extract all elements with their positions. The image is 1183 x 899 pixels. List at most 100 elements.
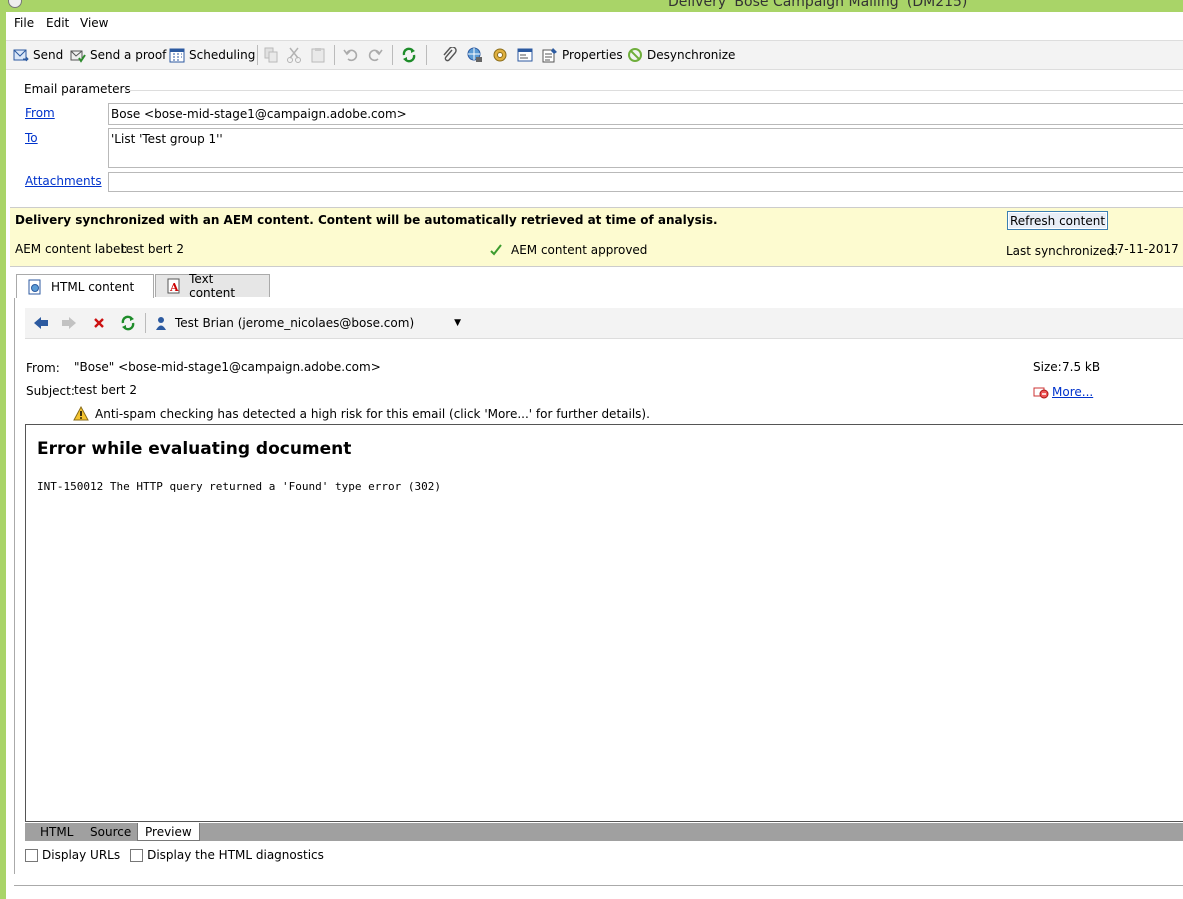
aem-sync-message: Delivery synchronized with an AEM conten…: [15, 213, 718, 227]
html-preview-frame: Error while evaluating document INT-1500…: [25, 424, 1183, 822]
display-urls-label: Display URLs: [42, 848, 121, 862]
recipient-select[interactable]: Test Brian (jerome_nicolaes@bose.com) ▼: [153, 315, 461, 331]
delivery-window: File Edit View Send Send a proof Schedul…: [6, 12, 1183, 899]
calendar-icon: [169, 47, 185, 63]
text-content-icon: A: [166, 278, 181, 294]
paste-button[interactable]: [310, 41, 326, 69]
from-field[interactable]: Bose <bose-mid-stage1@campaign.adobe.com…: [108, 103, 1183, 125]
scissors-icon: [286, 47, 302, 63]
clipboard-icon: [310, 47, 326, 63]
cut-button[interactable]: [286, 41, 302, 69]
personalization-button[interactable]: [492, 41, 508, 69]
send-proof-icon: [70, 47, 86, 63]
more-link[interactable]: More...: [1033, 384, 1093, 400]
to-link[interactable]: To: [25, 131, 38, 145]
aem-label-caption: AEM content label:: [15, 242, 128, 256]
attachments-link[interactable]: Attachments: [25, 174, 102, 188]
aem-sync-banner: Delivery synchronized with an AEM conten…: [10, 207, 1183, 267]
toolbar-separator: [257, 45, 258, 65]
tab-source[interactable]: Source: [83, 823, 138, 841]
window-title: Delivery 'Bose Campaign Mailing' (DM215): [668, 0, 968, 10]
antispam-warning: Anti-spam checking has detected a high r…: [73, 406, 650, 422]
size-caption: Size:: [1033, 360, 1062, 374]
aem-approved-status: AEM content approved: [488, 242, 647, 258]
tab-html-content[interactable]: HTML content: [16, 274, 154, 299]
previous-button[interactable]: [33, 315, 49, 334]
error-title: Error while evaluating document: [37, 439, 352, 459]
html-diagnostics-label: Display the HTML diagnostics: [147, 848, 324, 862]
remove-button[interactable]: [91, 315, 107, 334]
title-bar: Delivery 'Bose Campaign Mailing' (DM215): [0, 0, 1183, 12]
view-mode-tabs: HTML Source Preview: [25, 823, 1183, 841]
properties-icon: [542, 47, 558, 63]
next-button[interactable]: [61, 315, 77, 334]
form-icon: [517, 47, 533, 63]
app-icon: [8, 0, 22, 8]
tab-preview[interactable]: Preview: [137, 823, 200, 841]
toolbar: Send Send a proof Scheduling Properties …: [6, 40, 1183, 70]
email-parameters: Email parameters From Bose <bose-mid-sta…: [14, 78, 1183, 204]
send-icon: [13, 47, 29, 63]
email-parameters-legend: Email parameters: [24, 82, 131, 96]
toolbar-separator: [392, 45, 393, 65]
preview-navbar: Test Brian (jerome_nicolaes@bose.com) ▼: [25, 308, 1183, 339]
form-button[interactable]: [517, 41, 533, 69]
paperclip-icon: [442, 47, 458, 63]
copy-icon: [263, 47, 279, 63]
menu-edit[interactable]: Edit: [46, 16, 69, 30]
user-icon: [153, 315, 169, 331]
check-icon: [488, 242, 504, 258]
desynchronize-button[interactable]: Desynchronize: [627, 41, 735, 69]
from-value: "Bose" <bose-mid-stage1@campaign.adobe.c…: [74, 360, 381, 374]
refresh-content-button[interactable]: Refresh content: [1007, 211, 1108, 230]
refresh-button[interactable]: [401, 41, 417, 69]
last-sync-caption: Last synchronized:: [1006, 244, 1119, 258]
scheduling-button[interactable]: Scheduling: [169, 41, 255, 69]
refresh-icon: [120, 315, 136, 331]
html-diagnostics-checkbox[interactable]: [130, 848, 144, 862]
toolbar-separator: [426, 45, 427, 65]
subject-value: test bert 2: [74, 383, 137, 397]
menu-file[interactable]: File: [14, 16, 34, 30]
gear-icon: [492, 47, 508, 63]
subject-caption: Subject:: [26, 384, 75, 398]
globe-link-icon: [467, 47, 483, 63]
arrow-right-icon: [61, 315, 77, 331]
tab-html[interactable]: HTML: [33, 823, 80, 841]
warning-icon: [73, 406, 89, 422]
chevron-down-icon: ▼: [454, 318, 462, 328]
attachment-button[interactable]: [442, 41, 458, 69]
error-message: INT-150012 The HTTP query returned a 'Fo…: [37, 480, 441, 493]
web-link-button[interactable]: [467, 41, 483, 69]
desynchronize-icon: [627, 47, 643, 63]
html-content-pane: Test Brian (jerome_nicolaes@bose.com) ▼ …: [14, 298, 1183, 874]
from-link[interactable]: From: [25, 106, 55, 120]
menu-bar: File Edit View: [6, 12, 1183, 36]
tab-text-content[interactable]: A Text content: [155, 272, 270, 300]
to-field[interactable]: 'List 'Test group 1'': [108, 128, 1183, 168]
refresh-preview-button[interactable]: [120, 315, 136, 334]
svg-text:A: A: [169, 281, 179, 294]
display-urls-checkbox[interactable]: [25, 848, 38, 862]
arrow-left-icon: [33, 315, 49, 331]
from-caption: From:: [26, 361, 60, 375]
attachments-field[interactable]: [108, 172, 1183, 192]
properties-button[interactable]: Properties: [542, 41, 623, 69]
undo-icon: [343, 47, 359, 63]
menu-view[interactable]: View: [80, 16, 108, 30]
redo-icon: [367, 47, 383, 63]
content-tabs: HTML content A Text content: [14, 272, 1183, 300]
undo-button[interactable]: [343, 41, 359, 69]
send-button[interactable]: Send: [13, 41, 63, 69]
aem-label-value: test bert 2: [121, 242, 184, 256]
last-sync-value: 17-11-2017 12:: [1109, 242, 1183, 256]
toolbar-separator: [334, 45, 335, 65]
refresh-icon: [401, 47, 417, 63]
redo-button[interactable]: [367, 41, 383, 69]
spam-check-icon: [1033, 384, 1049, 400]
size-value: 7.5 kB: [1062, 360, 1101, 374]
legend-divider: [124, 90, 1183, 91]
copy-button[interactable]: [263, 41, 279, 69]
send-proof-button[interactable]: Send a proof: [70, 41, 166, 69]
pane-bottom-border: [14, 885, 1183, 886]
